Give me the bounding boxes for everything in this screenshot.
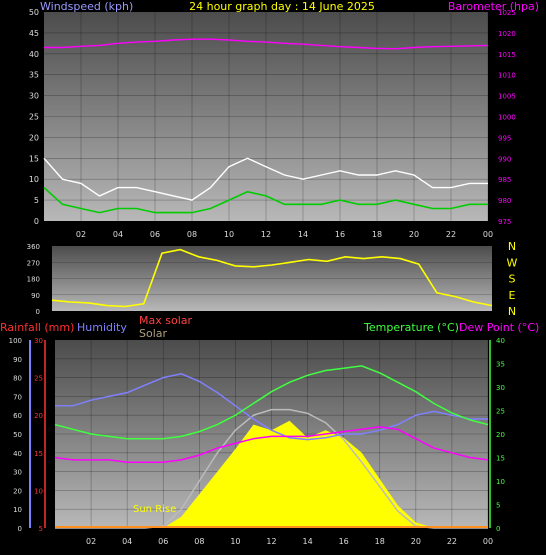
temperature-tick-label: 30: [496, 384, 505, 392]
lower-time-tick-label: 10: [230, 537, 240, 546]
windspeed-tick-label: 5: [34, 196, 39, 205]
rainfall-label: Rainfall (mm): [0, 321, 74, 334]
direction-tick-label: 0: [36, 308, 40, 316]
lower-time-tick-label: 04: [122, 537, 132, 546]
lower-time-tick-label: 22: [447, 537, 457, 546]
humidity-tick-label: 10: [13, 506, 22, 514]
windspeed-tick-label: 15: [29, 154, 39, 163]
rainfall-tick-label: 25: [34, 375, 43, 383]
wind-time-tick-label: 06: [150, 230, 160, 239]
barometer-tick-label: 980: [498, 197, 511, 205]
wind-time-tick-label: 08: [187, 230, 197, 239]
barometer-tick-label: 1015: [498, 51, 516, 59]
windspeed-tick-label: 35: [29, 71, 39, 80]
lower-time-tick-label: 00: [483, 537, 493, 546]
windspeed-tick-label: 0: [34, 217, 39, 226]
compass-tick-label: S: [509, 273, 516, 286]
barometer-tick-label: 1010: [498, 72, 516, 80]
temperature-tick-label: 10: [496, 478, 505, 486]
humidity-tick-label: 30: [13, 469, 22, 477]
windspeed-tick-label: 50: [29, 8, 39, 17]
rainfall-tick-label: 30: [34, 337, 43, 345]
lower-time-tick-label: 08: [194, 537, 204, 546]
direction-tick-label: 90: [31, 292, 40, 300]
wind-time-tick-label: 16: [335, 230, 345, 239]
barometer-tick-label: 975: [498, 218, 511, 226]
lower-time-tick-label: 12: [266, 537, 276, 546]
solar-label: Solar: [139, 327, 168, 340]
lower-time-tick-label: 18: [375, 537, 385, 546]
temperature-tick-label: 35: [496, 361, 505, 369]
rainfall-tick-label: 10: [34, 487, 43, 495]
lower-time-tick-label: 16: [339, 537, 349, 546]
direction-tick-label: 180: [27, 276, 40, 284]
wind-time-tick-label: 02: [76, 230, 86, 239]
temperature-label: Temperature (°C): [363, 321, 459, 334]
temperature-tick-label: 40: [496, 337, 505, 345]
lower-time-tick-label: 20: [411, 537, 421, 546]
humidity-tick-label: 0: [18, 525, 22, 533]
barometer-axis-title: Barometer (hpa): [448, 0, 539, 13]
barometer-tick-label: 1025: [498, 9, 516, 17]
windspeed-tick-label: 30: [29, 92, 39, 101]
compass-tick-label: N: [508, 305, 516, 318]
compass-tick-label: W: [507, 256, 518, 269]
dew-point-label: Dew Point (°C): [459, 321, 539, 334]
windspeed-tick-label: 40: [29, 50, 39, 59]
lower-time-tick-label: 14: [302, 537, 312, 546]
temperature-tick-label: 25: [496, 408, 505, 416]
barometer-tick-label: 1000: [498, 114, 516, 122]
wind-time-tick-label: 20: [409, 230, 419, 239]
weather-graph: Windspeed (kph) 24 hour graph day : 14 J…: [0, 0, 539, 546]
rainfall-tick-label: 5: [39, 525, 43, 533]
humidity-tick-label: 60: [13, 412, 22, 420]
humidity-tick-label: 70: [13, 393, 22, 401]
humidity-tick-label: 20: [13, 487, 22, 495]
windspeed-axis-title: Windspeed (kph): [40, 0, 133, 13]
barometer-tick-label: 995: [498, 134, 511, 142]
barometer-tick-label: 985: [498, 176, 511, 184]
graph-title: 24 hour graph day : 14 June 2025: [189, 0, 375, 13]
sun-rise-label: Sun Rise: [133, 504, 176, 515]
wind-time-tick-label: 04: [113, 230, 123, 239]
rainfall-tick-label: 15: [34, 450, 43, 458]
compass-tick-label: E: [509, 289, 516, 302]
lower-time-tick-label: 02: [86, 537, 96, 546]
temperature-tick-label: 15: [496, 455, 505, 463]
rainfall-tick-label: 20: [34, 412, 43, 420]
humidity-tick-label: 40: [13, 450, 22, 458]
humidity-tick-label: 50: [13, 431, 22, 439]
windspeed-tick-label: 10: [29, 175, 39, 184]
max-solar-label: Max solar: [139, 314, 192, 327]
wind-time-tick-label: 14: [298, 230, 308, 239]
humidity-label: Humidity: [77, 321, 127, 334]
barometer-tick-label: 990: [498, 155, 511, 163]
wind-time-tick-label: 00: [483, 230, 493, 239]
humidity-tick-label: 100: [9, 337, 22, 345]
humidity-tick-label: 80: [13, 375, 22, 383]
temperature-tick-label: 5: [496, 502, 500, 510]
direction-tick-label: 360: [27, 243, 40, 251]
barometer-tick-label: 1020: [498, 30, 516, 38]
windspeed-tick-label: 45: [29, 29, 39, 38]
temperature-tick-label: 20: [496, 431, 505, 439]
barometer-tick-label: 1005: [498, 93, 516, 101]
compass-tick-label: N: [508, 240, 516, 253]
windspeed-tick-label: 20: [29, 133, 39, 142]
wind-time-tick-label: 12: [261, 230, 271, 239]
wind-time-tick-label: 22: [446, 230, 456, 239]
humidity-tick-label: 90: [13, 356, 22, 364]
temperature-tick-label: 0: [496, 525, 500, 533]
wind-time-tick-label: 18: [372, 230, 382, 239]
direction-tick-label: 270: [27, 259, 40, 267]
lower-time-tick-label: 06: [158, 537, 168, 546]
wind-time-tick-label: 10: [224, 230, 234, 239]
windspeed-tick-label: 25: [29, 113, 39, 122]
